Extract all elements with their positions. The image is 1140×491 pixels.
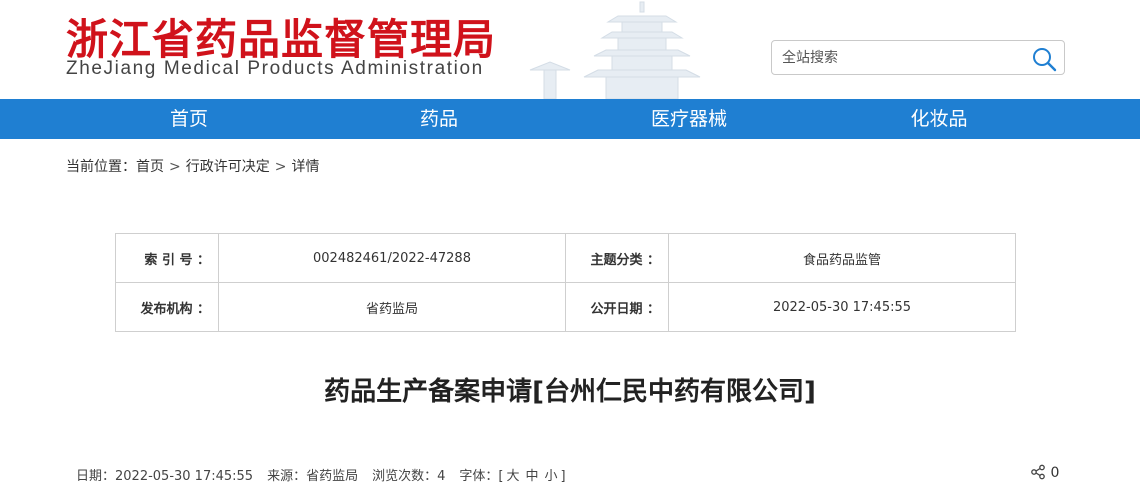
index-number-value: 002482461/2022-47288 <box>218 233 566 283</box>
article-meta: 日期：2022-05-30 17:45:55 来源：省药监局 浏览次数：4 字体：[大… <box>76 465 566 484</box>
pagoda-watermark <box>529 1 701 99</box>
share-widget[interactable]: 0 <box>1030 464 1059 481</box>
nav-item-medical-devices[interactable]: 医疗器械 <box>609 99 769 139</box>
topic-category-value: 食品药品监管 <box>668 233 1016 283</box>
font-size-medium-button[interactable]: 中 <box>525 465 538 484</box>
breadcrumb-item-home[interactable]: 首页 <box>136 156 164 176</box>
breadcrumb-prefix: 当前位置： <box>66 159 136 175</box>
article-date: 日期：2022-05-30 17:45:55 <box>76 469 254 484</box>
breadcrumb-item-detail: 详情 <box>291 159 320 175</box>
share-count: 0 <box>1050 465 1060 481</box>
article-views: 浏览次数：4 <box>372 469 446 484</box>
search-input[interactable] <box>782 41 1022 74</box>
breadcrumb-item-admin-license[interactable]: 行政许可决定 <box>186 156 270 176</box>
nav-item-drugs[interactable]: 药品 <box>359 99 519 139</box>
breadcrumb-separator: > <box>274 159 287 175</box>
publisher-label: 发布机构 ： <box>115 282 219 332</box>
main-nav: 首页 药品 医疗器械 化妆品 <box>0 99 1140 139</box>
site-logo-subtitle: ZheJiang Medical Products Administration <box>66 58 484 79</box>
site-header: 浙江省药品监督管理局 ZheJiang Medical Products Adm… <box>0 0 1140 99</box>
search-box <box>771 40 1065 75</box>
publisher-value: 省药监局 <box>218 282 566 332</box>
share-icon[interactable] <box>1030 464 1046 480</box>
nav-item-cosmetics[interactable]: 化妆品 <box>859 99 1019 139</box>
document-info-table: 索 引 号 ： 002482461/2022-47288 主题分类 ： 食品药品… <box>115 233 1016 332</box>
font-size-small-button[interactable]: 小 <box>544 465 557 484</box>
breadcrumb: 当前位置：首页 > 行政许可决定 > 详情 <box>66 156 319 176</box>
font-size-large-button[interactable]: 大 <box>506 465 519 484</box>
publish-date-label: 公开日期 ： <box>565 282 669 332</box>
article-title: 药品生产备案申请[台州仁民中药有限公司] <box>324 377 816 407</box>
nav-item-home[interactable]: 首页 <box>109 99 269 139</box>
topic-category-label: 主题分类 ： <box>565 233 669 283</box>
font-size-label: 字体：[ <box>459 469 504 484</box>
table-row: 发布机构 ： 省药监局 公开日期 ： 2022-05-30 17:45:55 <box>115 282 1016 332</box>
publish-date-value: 2022-05-30 17:45:55 <box>668 282 1016 332</box>
table-row: 索 引 号 ： 002482461/2022-47288 主题分类 ： 食品药品… <box>115 233 1016 283</box>
breadcrumb-separator: > <box>169 159 181 175</box>
font-size-close-bracket: ] <box>560 469 566 484</box>
search-icon[interactable] <box>1031 46 1057 72</box>
index-number-label: 索 引 号 ： <box>115 233 219 283</box>
article-source: 来源：省药监局 <box>267 469 359 484</box>
